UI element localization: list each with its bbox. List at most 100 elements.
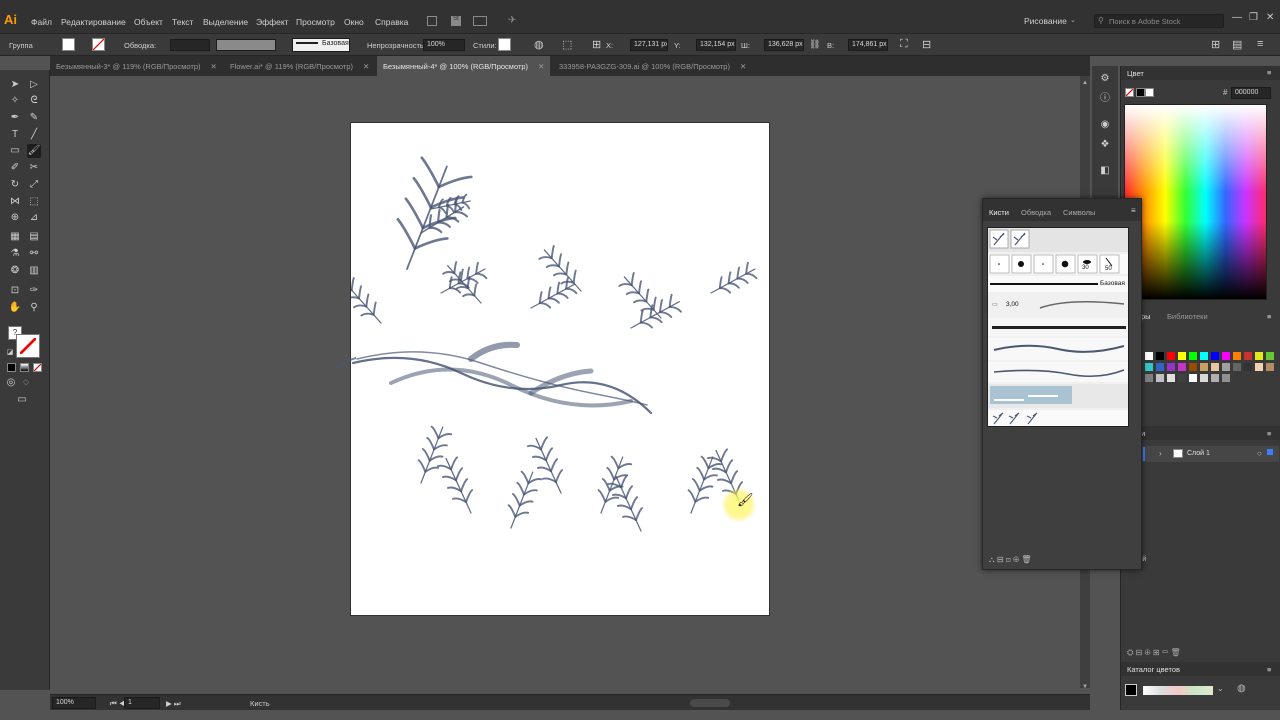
menu-object[interactable]: Объект <box>134 17 163 27</box>
guide-base-color[interactable] <box>1125 684 1137 696</box>
color-swatch[interactable] <box>1178 374 1186 382</box>
paintbrush-tool-icon[interactable]: 🖌 <box>27 144 41 158</box>
horizontal-scroll-thumb[interactable] <box>690 699 730 707</box>
color-mode-icon[interactable] <box>7 363 16 372</box>
selection-tool-icon[interactable]: ➤ <box>8 78 22 92</box>
stroke-weight-field[interactable] <box>170 39 210 51</box>
recent-brush-swatches[interactable] <box>988 228 1032 250</box>
curvature-tool-icon[interactable]: ✎ <box>27 111 41 125</box>
artboard-tool-icon[interactable]: ⊡ <box>8 284 22 298</box>
color-swatch[interactable] <box>1156 374 1164 382</box>
slice-tool-icon[interactable]: ✑ <box>27 284 41 298</box>
perspective-grid-tool-icon[interactable]: ⊿ <box>27 211 41 225</box>
stock-icon[interactable]: St <box>451 16 461 26</box>
artboard[interactable] <box>338 122 770 616</box>
color-swatch[interactable] <box>1200 352 1208 360</box>
lasso-tool-icon[interactable]: ᘓ <box>27 94 41 108</box>
rough-brush-row[interactable] <box>988 318 1128 336</box>
color-swatch[interactable] <box>1211 363 1219 371</box>
close-tab-icon[interactable]: ✕ <box>740 62 746 71</box>
color-swatch[interactable] <box>1189 363 1197 371</box>
color-swatch[interactable] <box>1200 363 1208 371</box>
calligraphic-brush-row[interactable]: 30 50 <box>988 254 1128 274</box>
gpu-performance-icon[interactable]: ✈ <box>508 15 516 26</box>
close-tab-icon[interactable]: ✕ <box>211 62 217 71</box>
graphic-style-swatch[interactable] <box>498 38 511 51</box>
graphic-styles-icon[interactable]: ❖ <box>1098 138 1112 152</box>
transform-icon[interactable]: ⛶ <box>900 38 908 51</box>
color-swatch[interactable] <box>1222 374 1230 382</box>
color-swatch[interactable] <box>1255 363 1263 371</box>
recolor-icon[interactable]: ◍ <box>534 38 544 51</box>
color-swatch[interactable] <box>1211 374 1219 382</box>
color-spectrum-picker[interactable] <box>1124 104 1267 300</box>
mesh-tool-icon[interactable]: ▦ <box>8 230 22 244</box>
gradient-mode-icon[interactable] <box>20 363 29 372</box>
color-swatch[interactable] <box>1145 363 1153 371</box>
magic-wand-tool-icon[interactable]: ✧ <box>8 94 22 108</box>
workspace-switcher[interactable]: Рисование <box>1024 16 1067 26</box>
tab-stroke[interactable]: Обводка <box>1021 208 1051 217</box>
variable-width-profile[interactable] <box>216 39 276 51</box>
basic-brush-row[interactable]: Базовая <box>988 276 1128 292</box>
scroll-down-icon[interactable]: ▼ <box>1082 684 1088 691</box>
color-white-swatch[interactable] <box>1145 88 1154 97</box>
panel-menu-icon[interactable]: ≡ <box>1267 665 1271 674</box>
panel-layout-icon[interactable]: ▤ <box>1232 38 1242 51</box>
color-swatch[interactable] <box>1167 352 1175 360</box>
color-swatch[interactable] <box>1255 352 1263 360</box>
align-icon[interactable]: ⬚ <box>562 38 572 51</box>
color-swatch[interactable] <box>1167 363 1175 371</box>
properties-icon[interactable]: ⚙ <box>1098 72 1112 86</box>
layers-panel-footer-icons[interactable]: ⛭ ⊟ ⊕ ⊞ ▭ 🗑 <box>1127 648 1181 658</box>
stock-search-input[interactable]: ⚲ Поиск в Adobe Stock <box>1094 14 1224 28</box>
swatches-grid[interactable] <box>1145 352 1279 412</box>
charcoal-brush-row[interactable]: ▭ 3,00 <box>988 294 1128 316</box>
shape-builder-tool-icon[interactable]: ⊕ <box>8 211 22 225</box>
brush-library-list[interactable]: 30 50 Базовая ▭ 3,00 <box>987 227 1129 427</box>
free-transform-tool-icon[interactable]: ⬚ <box>27 195 41 209</box>
symbol-sprayer-tool-icon[interactable]: ❂ <box>8 264 22 278</box>
brush-definition-dropdown[interactable]: Базовая <box>292 38 350 52</box>
screen-mode-icon[interactable]: ▭ <box>15 393 29 407</box>
hand-tool-icon[interactable]: ✋ <box>8 301 22 315</box>
x-field[interactable]: 127,131 px <box>630 39 668 51</box>
color-swatch[interactable] <box>1244 363 1252 371</box>
h-field[interactable]: 174,861 px <box>848 39 888 51</box>
w-field[interactable]: 136,628 px <box>764 39 804 51</box>
control-menu-icon[interactable]: ≡ <box>1257 38 1263 50</box>
color-swatch[interactable] <box>1189 352 1197 360</box>
color-swatch[interactable] <box>1145 374 1153 382</box>
tab-brushes[interactable]: Кисти <box>989 208 1009 217</box>
layer-row[interactable]: 👁 › Слой 1 ○ <box>1121 446 1279 462</box>
width-tool-icon[interactable]: ⋈ <box>8 195 22 209</box>
menu-view[interactable]: Просмотр <box>296 17 335 27</box>
color-swatch[interactable] <box>1189 374 1197 382</box>
layer-name[interactable]: Слой 1 <box>1187 450 1210 457</box>
gradient-tool-icon[interactable]: ▤ <box>27 230 41 244</box>
document-tab[interactable]: Безымянный-3* @ 119% (RGB/Просмотр) ✕ <box>50 56 223 76</box>
direct-selection-tool-icon[interactable]: ▷ <box>27 78 41 92</box>
y-field[interactable]: 132,154 px <box>696 39 736 51</box>
menu-window[interactable]: Окно <box>344 17 364 27</box>
art-brush-previews[interactable] <box>988 338 1129 427</box>
arrange-icon[interactable]: ⊞ <box>1211 38 1220 51</box>
close-tab-icon[interactable]: ✕ <box>363 62 369 71</box>
color-swatch[interactable] <box>1233 352 1241 360</box>
color-swatch[interactable] <box>1167 374 1175 382</box>
fill-swatch[interactable] <box>62 38 75 51</box>
maximize-icon[interactable]: ❐ <box>1249 12 1258 23</box>
brushes-panel-footer-icons[interactable]: ⛬ ⊟ ⊡ ⊕ 🗑 <box>989 555 1032 565</box>
color-swatch[interactable] <box>1222 352 1230 360</box>
color-black-swatch[interactable] <box>1136 88 1145 97</box>
panel-menu-icon[interactable]: ≡ <box>1267 312 1271 321</box>
hex-field[interactable]: 000000 <box>1231 87 1271 99</box>
rectangle-tool-icon[interactable]: ▭ <box>8 144 22 158</box>
rotate-tool-icon[interactable]: ↻ <box>8 178 22 192</box>
stroke-swatch[interactable] <box>92 38 105 51</box>
color-swatch[interactable] <box>1222 363 1230 371</box>
arrange-documents-icon[interactable] <box>473 16 487 26</box>
color-swatch[interactable] <box>1266 352 1274 360</box>
scroll-up-icon[interactable]: ▲ <box>1082 80 1088 87</box>
color-swatch[interactable] <box>1200 374 1208 382</box>
